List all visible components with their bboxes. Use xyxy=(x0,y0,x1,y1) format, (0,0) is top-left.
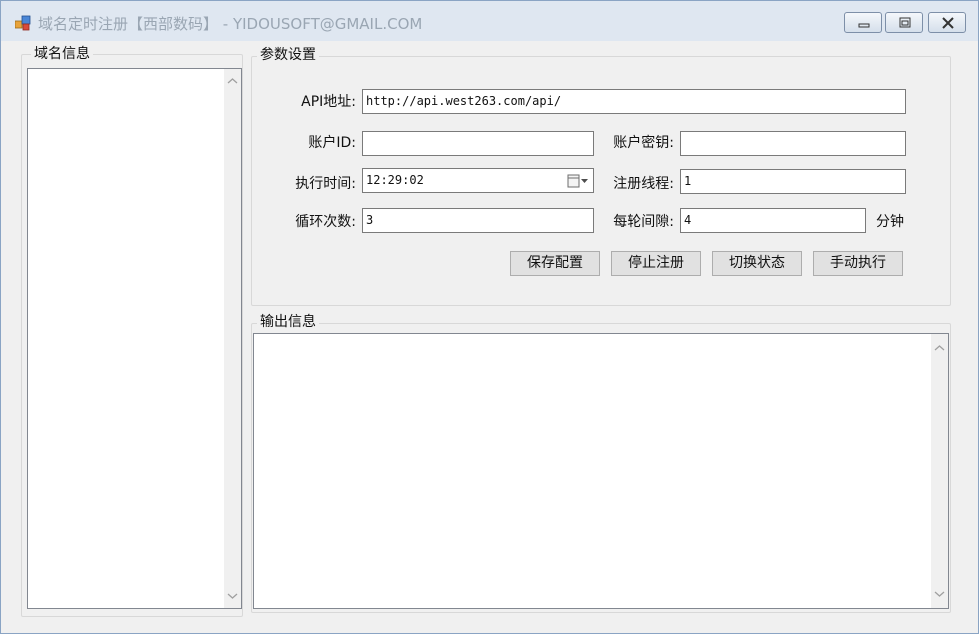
interval-label: 每轮间隙: xyxy=(613,214,674,230)
threads-input[interactable]: 1 xyxy=(680,169,906,194)
domain-info-title: 域名信息 xyxy=(31,46,93,62)
exec-time-picker[interactable]: 12:29:02 xyxy=(362,168,594,193)
save-config-button[interactable]: 保存配置 xyxy=(510,251,600,276)
minimize-icon xyxy=(858,23,870,28)
loops-label: 循环次数: xyxy=(295,214,356,230)
output-textarea[interactable] xyxy=(253,333,949,609)
domain-list-scrollbar[interactable] xyxy=(224,69,241,608)
close-button[interactable] xyxy=(928,12,966,33)
calendar-dropdown-icon[interactable] xyxy=(567,173,589,189)
app-window-icon xyxy=(15,15,31,31)
account-key-label: 账户密钥: xyxy=(613,135,674,151)
main-window: 域名定时注册【西部数码】 - YIDOUSOFT@GMAIL.COM 域名信息 xyxy=(0,0,979,634)
domain-list[interactable] xyxy=(27,68,242,609)
maximize-icon xyxy=(899,17,911,28)
account-key-input[interactable] xyxy=(680,131,906,156)
window-title: 域名定时注册【西部数码】 - YIDOUSOFT@GMAIL.COM xyxy=(38,15,423,33)
toggle-status-button[interactable]: 切换状态 xyxy=(712,251,802,276)
scroll-down-icon[interactable] xyxy=(934,590,945,598)
api-label: API地址: xyxy=(301,94,356,110)
interval-input[interactable]: 4 xyxy=(680,208,866,233)
title-bar[interactable]: 域名定时注册【西部数码】 - YIDOUSOFT@GMAIL.COM xyxy=(1,1,978,41)
settings-title: 参数设置 xyxy=(257,47,319,63)
exec-time-value: 12:29:02 xyxy=(366,173,424,187)
output-title: 输出信息 xyxy=(257,314,319,330)
scroll-up-icon[interactable] xyxy=(227,77,238,85)
maximize-button[interactable] xyxy=(885,12,923,33)
manual-run-button[interactable]: 手动执行 xyxy=(813,251,903,276)
account-id-input[interactable] xyxy=(362,131,594,156)
stop-register-button[interactable]: 停止注册 xyxy=(611,251,701,276)
interval-unit: 分钟 xyxy=(876,214,904,230)
output-scrollbar[interactable] xyxy=(931,334,948,608)
api-url-input[interactable]: http://api.west263.com/api/ xyxy=(362,89,906,114)
exec-time-label: 执行时间: xyxy=(295,176,356,192)
minimize-button[interactable] xyxy=(844,12,882,33)
scroll-up-icon[interactable] xyxy=(934,344,945,352)
close-icon xyxy=(942,17,954,29)
threads-label: 注册线程: xyxy=(613,176,674,192)
output-text xyxy=(254,334,948,340)
loops-input[interactable]: 3 xyxy=(362,208,594,233)
scroll-down-icon[interactable] xyxy=(227,592,238,600)
account-id-label: 账户ID: xyxy=(308,135,356,151)
